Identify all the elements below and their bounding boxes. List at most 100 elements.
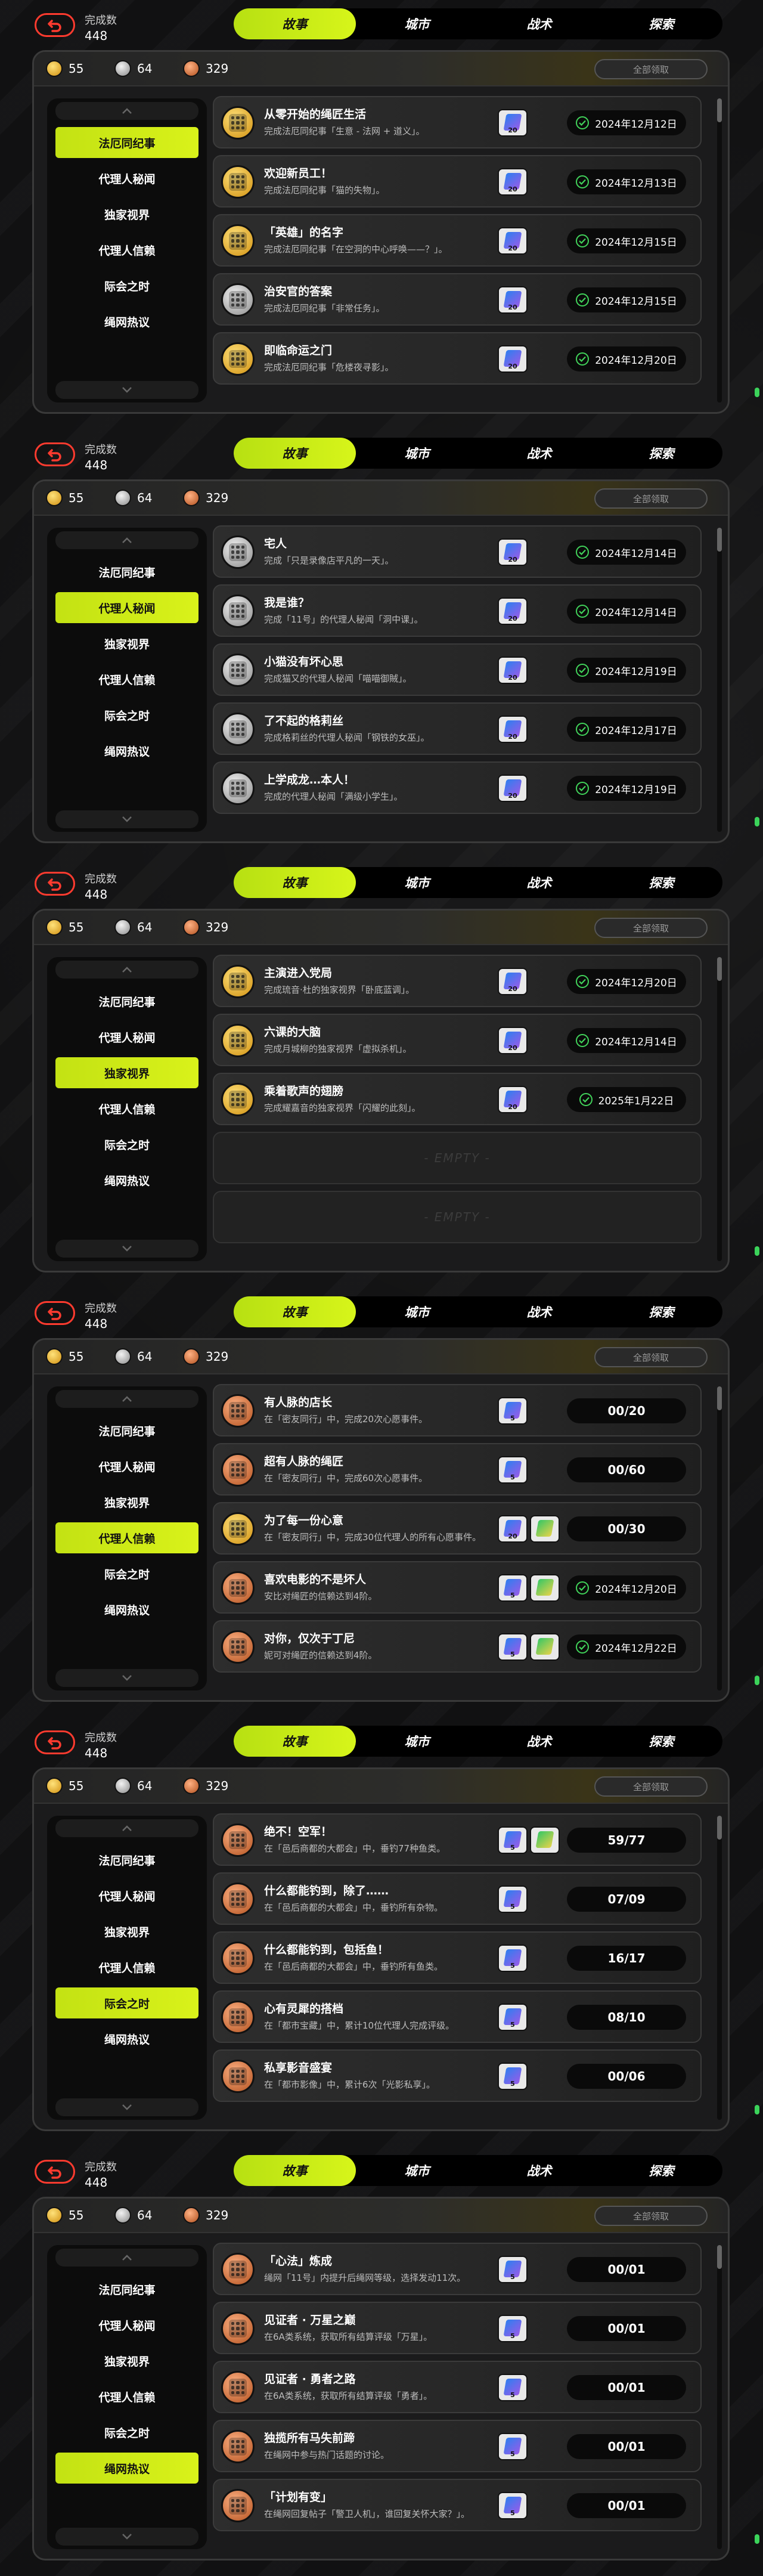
- achievement-row[interactable]: 欢迎新员工！ 完成法厄同纪事「猫的失物」。 20 2024年12月13日: [213, 155, 702, 208]
- tab-1[interactable]: 城市: [356, 1726, 478, 1757]
- achievement-row[interactable]: 我是谁？ 完成「11号」的代理人秘闻「洞中课」。 20 2024年12月14日: [213, 584, 702, 637]
- tab-1[interactable]: 城市: [356, 867, 478, 898]
- achievement-row[interactable]: 什么都能钓到，包括鱼！ 在「邑后商都的大都会」中，垂钓所有鱼类。 5 16/17: [213, 1931, 702, 1984]
- tab-0[interactable]: 故事: [234, 1726, 356, 1757]
- tab-3[interactable]: 探索: [600, 2155, 722, 2186]
- sidebar-item-0[interactable]: 法厄同纪事: [55, 556, 198, 587]
- tab-2[interactable]: 战术: [478, 438, 600, 469]
- claim-all-button[interactable]: 全部领取: [594, 488, 708, 509]
- achievement-row[interactable]: 上学成龙…本人！ 完成的代理人秘闻「满级小学生」。 20 2024年12月19日: [213, 761, 702, 814]
- claim-all-button[interactable]: 全部领取: [594, 2206, 708, 2226]
- sidebar-item-1[interactable]: 代理人秘闻: [55, 1451, 198, 1482]
- sidebar-item-4[interactable]: 际会之时: [55, 699, 198, 730]
- achievement-row[interactable]: 私享影音盛宴 在「都市影像」中，累计6次「光影私享」。 5 00/06: [213, 2049, 702, 2102]
- back-button[interactable]: [35, 1301, 75, 1325]
- tab-2[interactable]: 战术: [478, 2155, 600, 2186]
- sidebar-item-4[interactable]: 际会之时: [55, 270, 198, 301]
- sidebar-item-3[interactable]: 代理人信赖: [55, 1093, 198, 1124]
- sidebar-scroll-up[interactable]: [55, 102, 198, 120]
- sidebar-scroll-down[interactable]: [55, 2098, 198, 2116]
- tab-2[interactable]: 战术: [478, 1726, 600, 1757]
- sidebar-item-3[interactable]: 代理人信赖: [55, 2381, 198, 2412]
- sidebar-item-2[interactable]: 独家视界: [55, 199, 198, 230]
- sidebar-item-2[interactable]: 独家视界: [55, 1487, 198, 1518]
- tab-2[interactable]: 战术: [478, 8, 600, 39]
- scroll-thumb[interactable]: [717, 1816, 722, 1840]
- sidebar-item-3[interactable]: 代理人信赖: [55, 1522, 198, 1553]
- sidebar-item-0[interactable]: 法厄同纪事: [55, 127, 198, 158]
- tab-1[interactable]: 城市: [356, 8, 478, 39]
- achievement-row[interactable]: 见证者 · 万星之巅 在6A类系统，获取所有结算评级「万星」。 5 00/01: [213, 2302, 702, 2354]
- sidebar-item-5[interactable]: 绳网热议: [55, 1165, 198, 1196]
- sidebar-item-3[interactable]: 代理人信赖: [55, 664, 198, 695]
- list-scrollbar[interactable]: [717, 2245, 722, 2549]
- achievement-row[interactable]: 喜欢电影的不是坏人 安比对绳匠的信赖达到4阶。 5 2024年12月20日: [213, 1561, 702, 1614]
- sidebar-scroll-up[interactable]: [55, 1819, 198, 1837]
- sidebar-scroll-down[interactable]: [55, 381, 198, 399]
- achievement-row[interactable]: 「心法」炼成 绳网「11号」内提升后绳网等级，选择发动11次。 5 00/01: [213, 2243, 702, 2295]
- sidebar-item-5[interactable]: 绳网热议: [55, 306, 198, 337]
- scroll-thumb[interactable]: [717, 2245, 722, 2269]
- sidebar-item-5[interactable]: 绳网热议: [55, 735, 198, 766]
- sidebar-item-5[interactable]: 绳网热议: [55, 2453, 198, 2484]
- list-scrollbar[interactable]: [717, 1816, 722, 2120]
- sidebar-item-1[interactable]: 代理人秘闻: [55, 163, 198, 194]
- back-button[interactable]: [35, 442, 75, 466]
- claim-all-button[interactable]: 全部领取: [594, 1776, 708, 1797]
- achievement-row[interactable]: 「英雄」的名字 完成法厄同纪事「在空洞的中心呼唤——？」。 20 2024年12月15…: [213, 214, 702, 267]
- achievement-row[interactable]: 治安官的答案 完成法厄同纪事「非常任务」。 20 2024年12月15日: [213, 273, 702, 326]
- scroll-thumb[interactable]: [717, 98, 722, 122]
- sidebar-item-1[interactable]: 代理人秘闻: [55, 1880, 198, 1911]
- sidebar-item-4[interactable]: 际会之时: [55, 1987, 198, 2018]
- scroll-thumb[interactable]: [717, 528, 722, 552]
- sidebar-scroll-up[interactable]: [55, 2249, 198, 2267]
- tab-0[interactable]: 故事: [234, 438, 356, 469]
- back-button[interactable]: [35, 1730, 75, 1754]
- tab-0[interactable]: 故事: [234, 867, 356, 898]
- sidebar-scroll-up[interactable]: [55, 1390, 198, 1408]
- claim-all-button[interactable]: 全部领取: [594, 59, 708, 79]
- scroll-thumb[interactable]: [717, 1386, 722, 1410]
- sidebar-item-4[interactable]: 际会之时: [55, 1129, 198, 1160]
- list-scrollbar[interactable]: [717, 528, 722, 832]
- tab-0[interactable]: 故事: [234, 8, 356, 39]
- claim-all-button[interactable]: 全部领取: [594, 918, 708, 938]
- achievement-row[interactable]: 从零开始的绳匠生活 完成法厄同纪事「生意 - 法网 + 道义」。 20 2024年12…: [213, 96, 702, 148]
- achievement-row[interactable]: 对你，仅次于丁尼 妮可对绳匠的信赖达到4阶。 5 2024年12月22日: [213, 1620, 702, 1673]
- sidebar-item-3[interactable]: 代理人信赖: [55, 1952, 198, 1983]
- sidebar-scroll-down[interactable]: [55, 1669, 198, 1687]
- achievement-row[interactable]: 见证者 · 勇者之路 在6A类系统，获取所有结算评级「勇者」。 5 00/01: [213, 2361, 702, 2413]
- sidebar-item-0[interactable]: 法厄同纪事: [55, 1844, 198, 1875]
- tab-3[interactable]: 探索: [600, 1726, 722, 1757]
- achievement-row[interactable]: 超有人脉的绳匠 在「密友同行」中，完成60次心愿事件。 5 00/60: [213, 1443, 702, 1496]
- sidebar-scroll-down[interactable]: [55, 2528, 198, 2546]
- sidebar-item-2[interactable]: 独家视界: [55, 628, 198, 659]
- sidebar-scroll-up[interactable]: [55, 531, 198, 549]
- achievement-row[interactable]: 六课的大脑 完成月城柳的独家视界「虚拟杀机」。 20 2024年12月14日: [213, 1014, 702, 1066]
- sidebar-item-3[interactable]: 代理人信赖: [55, 234, 198, 265]
- back-button[interactable]: [35, 2160, 75, 2184]
- achievement-row[interactable]: 有人脉的店长 在「密友同行」中，完成20次心愿事件。 5 00/20: [213, 1384, 702, 1436]
- list-scrollbar[interactable]: [717, 957, 722, 1261]
- achievement-row[interactable]: 即临命运之门 完成法厄同纪事「危楼夜寻影」。 20 2024年12月20日: [213, 332, 702, 385]
- list-scrollbar[interactable]: [717, 1386, 722, 1690]
- scroll-thumb[interactable]: [717, 957, 722, 981]
- achievement-row[interactable]: 了不起的格莉丝 完成格莉丝的代理人秘闻「钢铁的女巫」。 20 2024年12月17日: [213, 702, 702, 755]
- tab-1[interactable]: 城市: [356, 1296, 478, 1327]
- tab-3[interactable]: 探索: [600, 438, 722, 469]
- sidebar-item-4[interactable]: 际会之时: [55, 1558, 198, 1589]
- sidebar-item-5[interactable]: 绳网热议: [55, 1594, 198, 1625]
- sidebar-scroll-down[interactable]: [55, 1240, 198, 1258]
- tab-0[interactable]: 故事: [234, 1296, 356, 1327]
- sidebar-item-2[interactable]: 独家视界: [55, 1916, 198, 1947]
- sidebar-item-0[interactable]: 法厄同纪事: [55, 1415, 198, 1446]
- sidebar-item-1[interactable]: 代理人秘闻: [55, 2309, 198, 2340]
- sidebar-item-2[interactable]: 独家视界: [55, 2345, 198, 2376]
- sidebar-item-0[interactable]: 法厄同纪事: [55, 2274, 198, 2305]
- sidebar-scroll-down[interactable]: [55, 810, 198, 828]
- claim-all-button[interactable]: 全部领取: [594, 1347, 708, 1367]
- sidebar-item-1[interactable]: 代理人秘闻: [55, 592, 198, 623]
- achievement-row[interactable]: 绝不！空军！ 在「邑后商都的大都会」中，垂钓77种鱼类。 5 59/77: [213, 1813, 702, 1866]
- achievement-row[interactable]: 「计划有变」 在绳网回复帖子「警卫人机」，谁回复关怀大家？」。 5 00/01: [213, 2479, 702, 2531]
- achievement-row[interactable]: 独揽所有马失前蹄 在绳网中参与热门话题的讨论。 5 00/01: [213, 2420, 702, 2472]
